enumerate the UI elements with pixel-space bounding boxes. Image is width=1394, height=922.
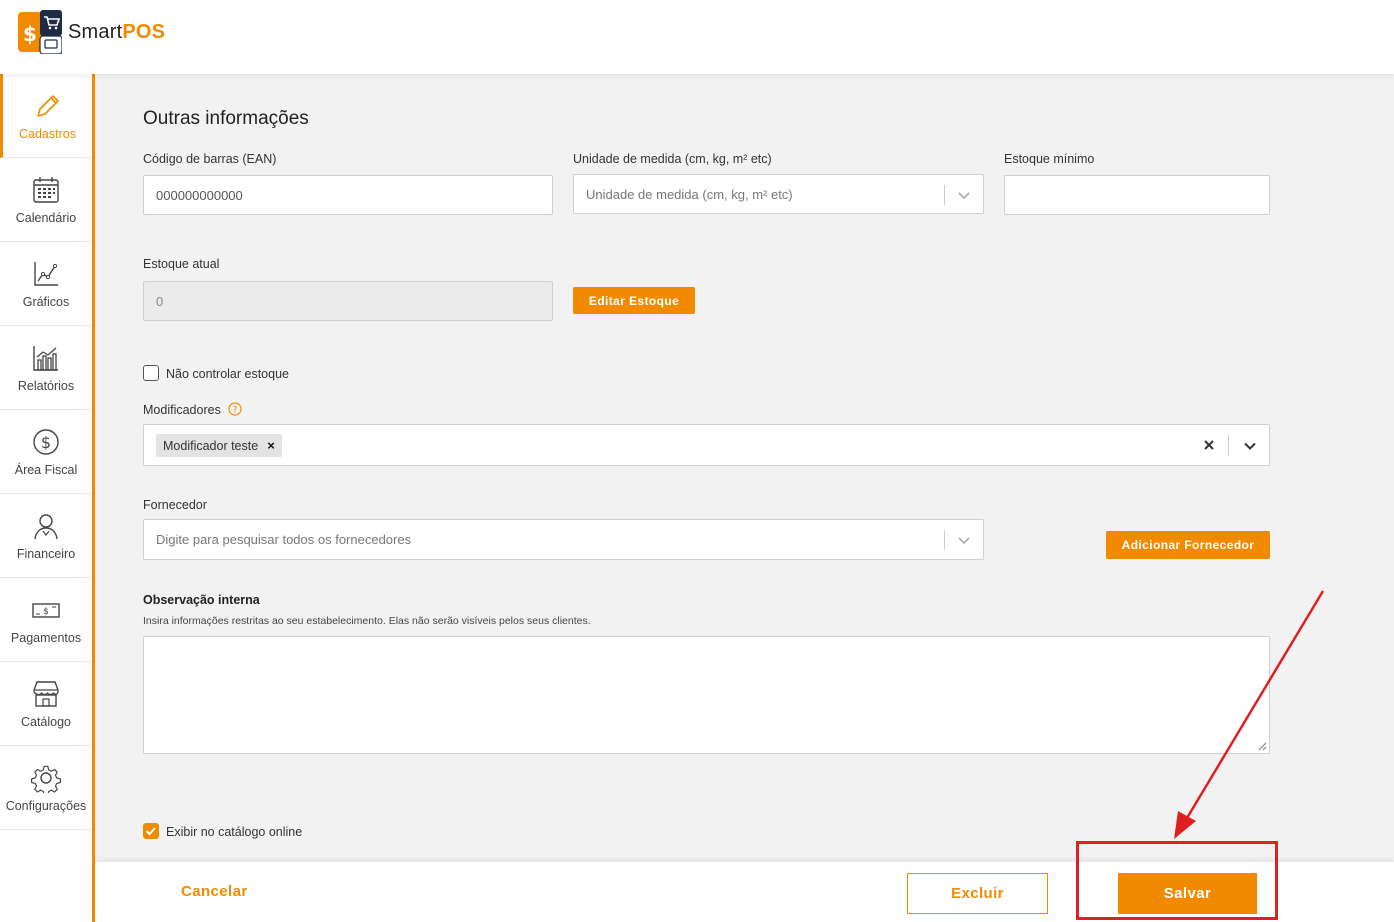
modifier-tag-label: Modificador teste (163, 438, 259, 453)
min-stock-label: Estoque mínimo (1004, 152, 1095, 166)
logo-text-light: Smart (68, 20, 123, 43)
banknote-icon: $ (32, 602, 60, 618)
sidebar-item-catalogo[interactable]: Catálogo (0, 662, 92, 746)
supplier-label: Fornecedor (143, 498, 207, 512)
sidebar-item-financeiro[interactable]: Financeiro (0, 494, 92, 578)
sidebar-item-configuracoes[interactable]: Configurações (0, 746, 92, 830)
svg-text:$: $ (41, 433, 51, 452)
unit-placeholder: Unidade de medida (cm, kg, m² etc) (586, 186, 793, 202)
app-logo[interactable]: $ SmartPOS (18, 10, 165, 55)
modifier-tag: Modificador teste × (156, 434, 282, 457)
sidebar-item-label: Pagamentos (10, 630, 82, 645)
calendar-icon (33, 176, 59, 203)
logo-text-bold: POS (122, 20, 166, 43)
sidebar-item-relatorios[interactable]: Relatórios (0, 326, 92, 410)
checkmark-icon (145, 827, 156, 836)
show-online-catalog-label: Exibir no catálogo online (166, 825, 303, 839)
sidebar-item-label: Gráficos (22, 294, 70, 309)
internal-note-textarea[interactable] (143, 636, 1270, 754)
chevron-down-icon[interactable] (957, 188, 971, 202)
edit-stock-button[interactable]: Editar Estoque (573, 287, 695, 314)
remove-tag-icon[interactable]: × (267, 438, 275, 453)
bar-chart-icon (33, 345, 58, 371)
barcode-value: 000000000000 (156, 187, 243, 203)
person-icon (34, 513, 58, 539)
sidebar-item-label: Calendário (15, 210, 77, 225)
add-supplier-button[interactable]: Adicionar Fornecedor (1106, 531, 1270, 559)
delete-button[interactable]: Excluir (907, 873, 1048, 914)
select-separator (944, 530, 945, 550)
sidebar: Cadastros Calendário Gráficos Relatórios… (0, 74, 95, 922)
sidebar-item-label: Relatórios (17, 378, 75, 393)
select-separator (1228, 435, 1229, 456)
sidebar-item-label: Configurações (5, 798, 87, 813)
current-stock-value: 0 (156, 293, 164, 309)
sidebar-item-pagamentos[interactable]: $ Pagamentos (0, 578, 92, 662)
sidebar-item-label: Área Fiscal (14, 462, 78, 477)
sidebar-item-label: Catálogo (20, 714, 72, 729)
internal-note-label: Observação interna (143, 593, 260, 607)
clear-icon[interactable] (1203, 439, 1215, 451)
logo-text: SmartPOS (68, 21, 165, 44)
unit-select[interactable]: Unidade de medida (cm, kg, m² etc) (573, 174, 984, 214)
barcode-input[interactable]: 000000000000 (143, 175, 553, 215)
sidebar-item-label: Financeiro (16, 546, 76, 561)
chevron-down-icon[interactable] (1243, 439, 1257, 453)
modifiers-multiselect[interactable]: Modificador teste × (143, 424, 1270, 466)
sidebar-item-label: Cadastros (19, 126, 76, 141)
cancel-button[interactable]: Cancelar (181, 883, 248, 900)
no-stock-control-checkbox[interactable] (143, 365, 159, 381)
annotation-highlight-box (1076, 841, 1278, 920)
help-circle-icon[interactable]: ? (228, 402, 242, 416)
select-separator (944, 185, 945, 205)
sidebar-item-graficos[interactable]: Gráficos (0, 242, 92, 326)
top-bar: $ SmartPOS (0, 0, 1394, 74)
sidebar-item-area-fiscal[interactable]: $ Área Fiscal (0, 410, 92, 494)
current-stock-input: 0 (143, 281, 553, 321)
supplier-placeholder: Digite para pesquisar todos os fornecedo… (156, 532, 412, 547)
supplier-select[interactable]: Digite para pesquisar todos os fornecedo… (143, 519, 984, 560)
chevron-down-icon[interactable] (957, 533, 971, 547)
internal-note-help: Insira informações restritas ao seu esta… (143, 615, 591, 627)
sidebar-item-cadastros[interactable]: Cadastros (0, 74, 92, 158)
barcode-label: Código de barras (EAN) (143, 152, 277, 166)
section-title: Outras informações (143, 108, 309, 129)
gear-icon (31, 765, 61, 793)
line-chart-icon (34, 261, 58, 286)
show-online-catalog-checkbox[interactable] (143, 823, 159, 839)
current-stock-label: Estoque atual (143, 257, 220, 271)
svg-text:$: $ (23, 22, 37, 46)
pencil-icon (36, 94, 59, 117)
no-stock-control-label: Não controlar estoque (166, 367, 289, 381)
unit-label: Unidade de medida (cm, kg, m² etc) (573, 152, 772, 166)
sidebar-item-calendario[interactable]: Calendário (0, 158, 92, 242)
modifiers-label: Modificadores (143, 403, 221, 417)
svg-text:$: $ (43, 607, 49, 617)
smartpos-logo-icon: $ (18, 10, 63, 55)
annotation-arrow-icon (1174, 590, 1325, 839)
min-stock-input[interactable] (1004, 175, 1270, 215)
store-icon (33, 680, 59, 707)
svg-text:?: ? (233, 406, 238, 416)
dollar-circle-icon: $ (33, 428, 59, 455)
